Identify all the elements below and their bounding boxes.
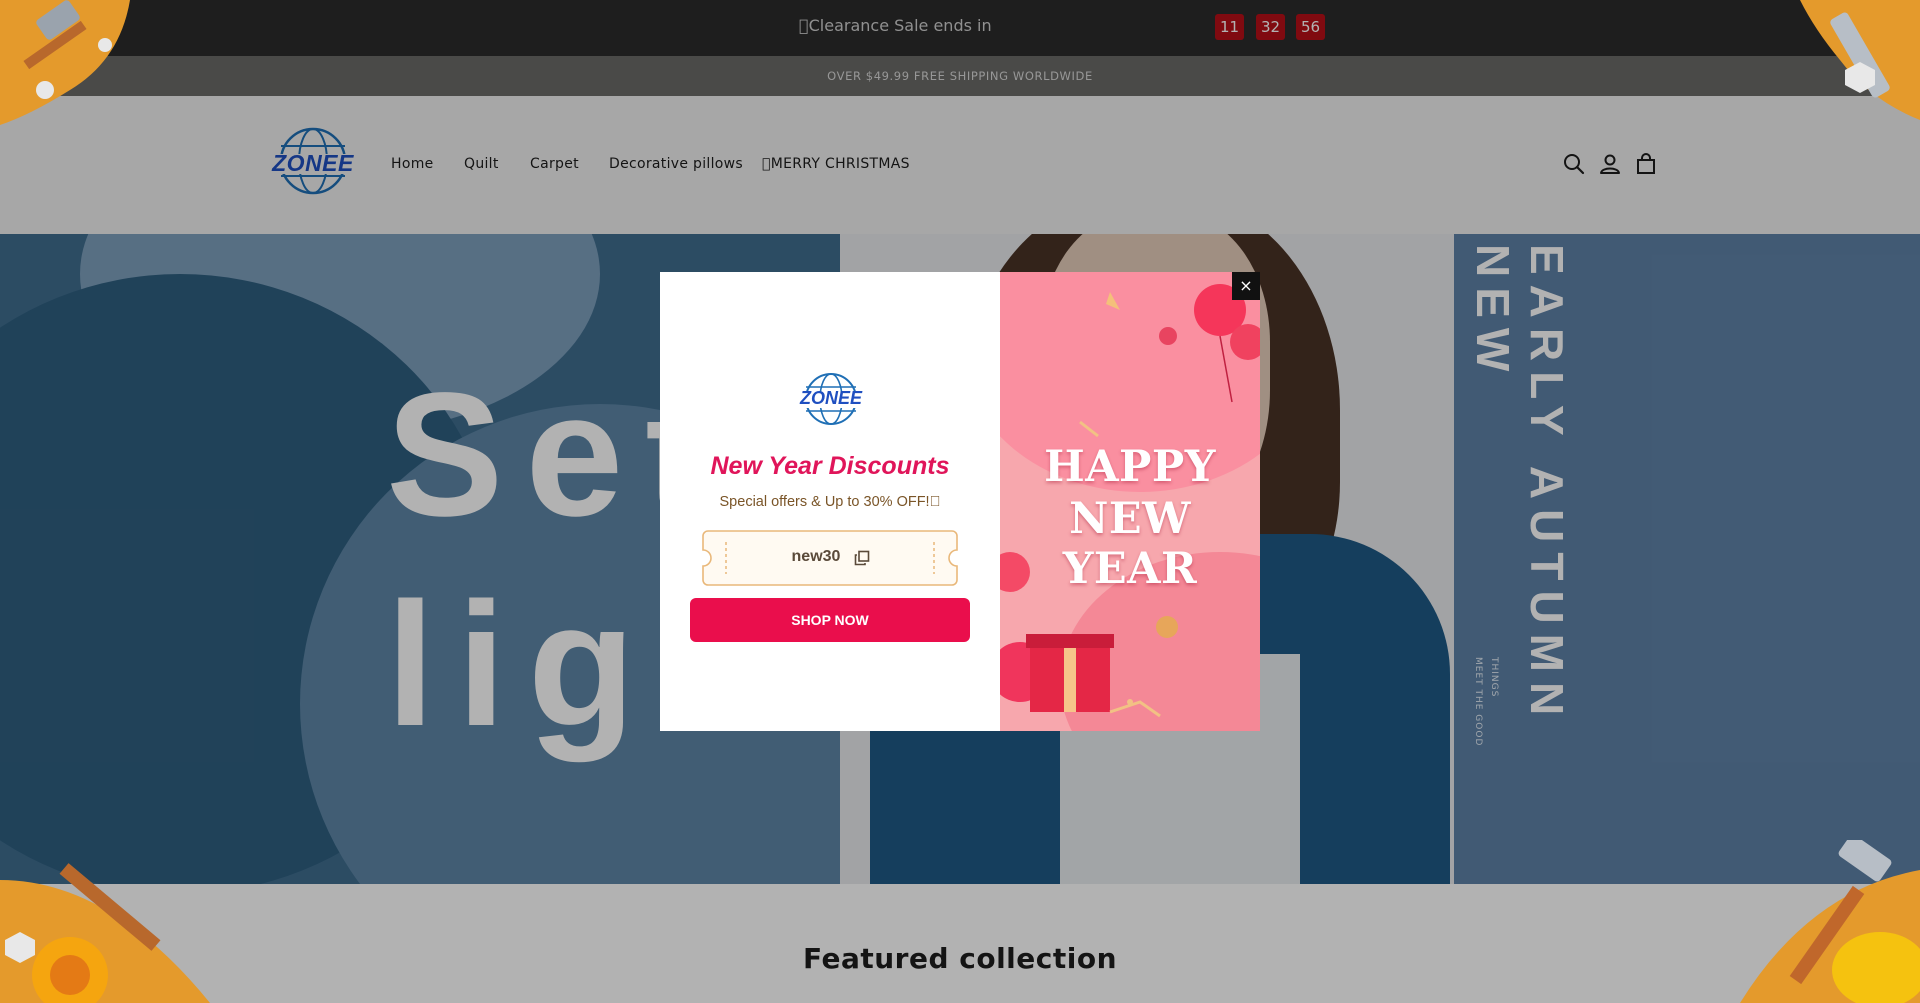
tools-decoration-top-right <box>1790 0 1920 130</box>
popup-content: ZONEE New Year Discounts Special offers … <box>660 272 1000 731</box>
tools-decoration-bottom-left <box>0 840 210 1003</box>
coupon-box[interactable]: new30 <box>702 530 958 586</box>
tools-decoration-top-left <box>0 0 140 130</box>
copy-icon[interactable] <box>854 550 870 566</box>
popup-logo-wordmark: ZONEE <box>799 388 862 408</box>
coupon-code: new30 <box>791 548 841 565</box>
shop-now-button[interactable]: SHOP NOW <box>690 598 970 642</box>
popup-close-button[interactable]: × <box>1232 272 1260 300</box>
newsletter-popup: ZONEE New Year Discounts Special offers … <box>660 272 1260 731</box>
new-year-text: NEW YEAR <box>1062 494 1198 594</box>
happy-text: HAPPY <box>1044 442 1216 492</box>
popup-new-year-image: HAPPY NEW YEAR <box>1000 272 1260 731</box>
tools-decoration-bottom-right <box>1740 834 1920 1003</box>
popup-subtitle: Special offers & Up to 30% OFF!  <box>719 494 941 510</box>
popup-title: New Year Discounts <box>710 452 950 480</box>
popup-logo: ZONEE <box>798 372 864 426</box>
